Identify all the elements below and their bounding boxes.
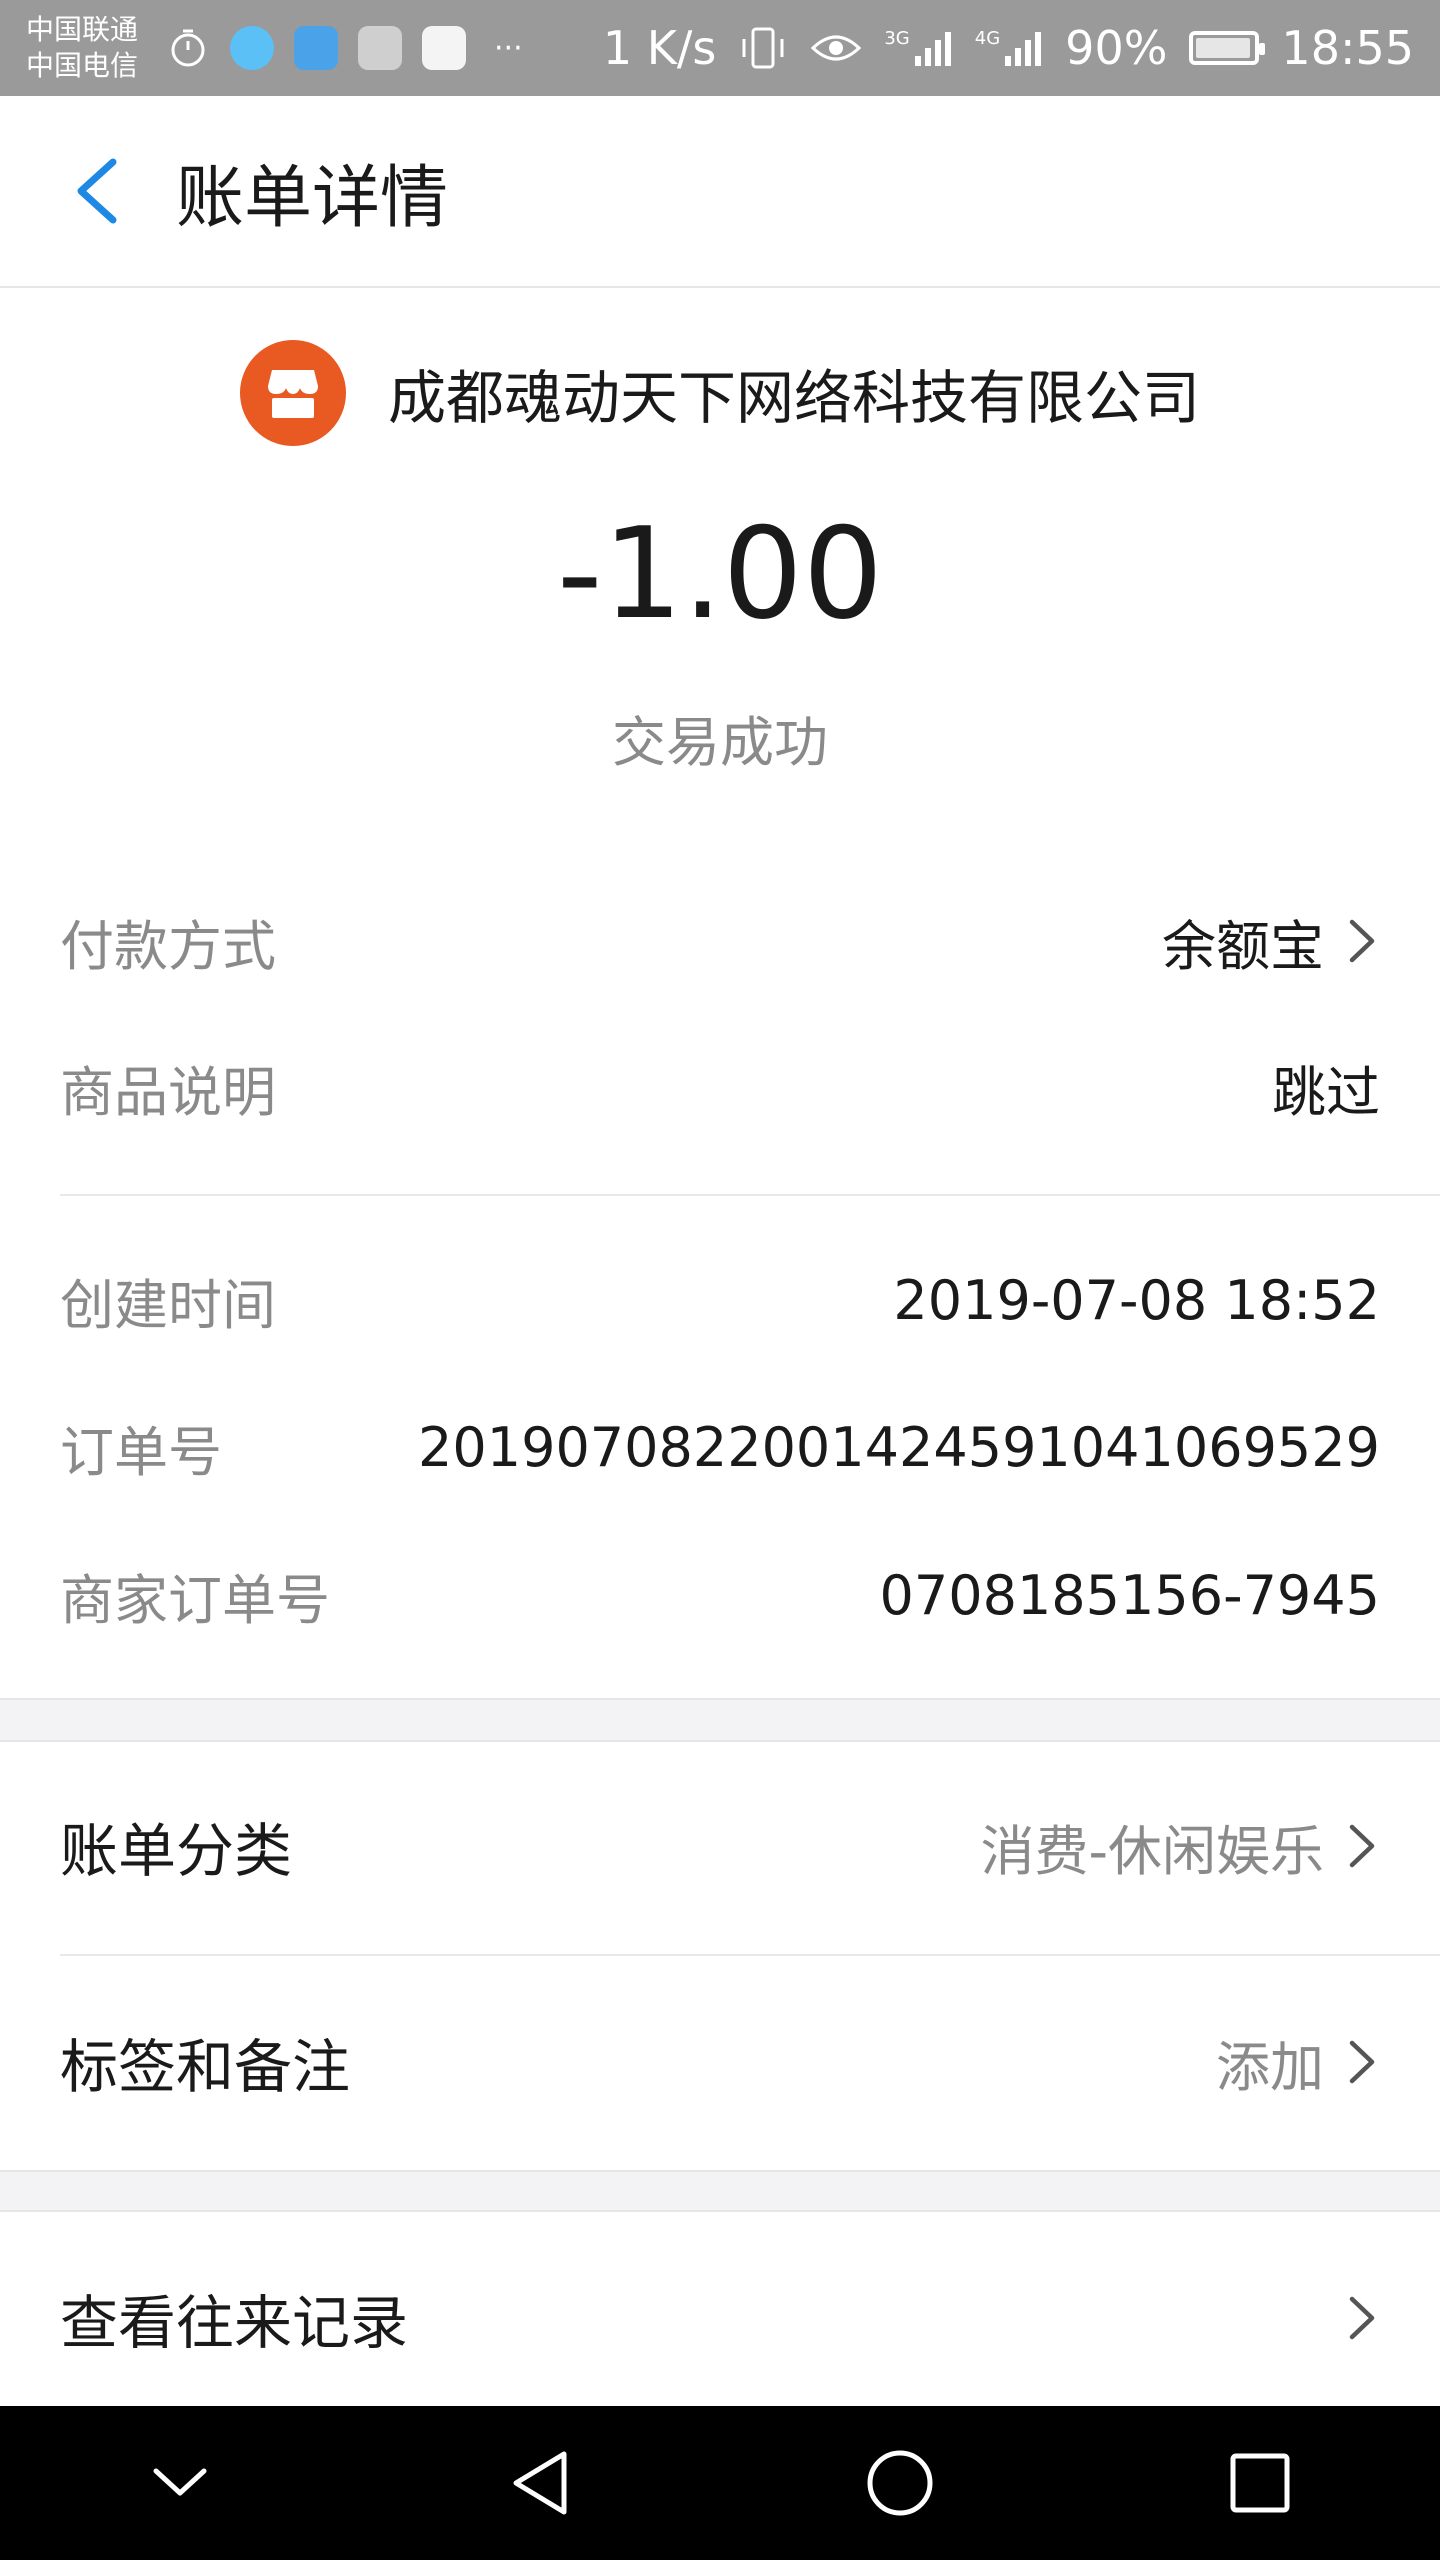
clock: 18:55	[1281, 21, 1414, 75]
transaction-status: 交易成功	[612, 711, 828, 774]
signal-3g: 3G	[884, 28, 952, 68]
created-time-value: 2019-07-08 18:52	[893, 1268, 1380, 1332]
chevron-right-icon	[1349, 2040, 1375, 2084]
divider	[60, 1954, 1440, 1956]
payment-method-value: 余额宝	[1162, 902, 1380, 981]
chevron-right-icon	[1349, 1824, 1375, 1868]
transaction-amount: -1.00	[556, 500, 883, 647]
order-no-label: 订单号	[60, 1420, 222, 1484]
merchant-order-no-row: 商家订单号 0708185156-7945	[0, 1520, 1440, 1670]
view-history-row[interactable]: 查看往来记录	[0, 2238, 1440, 2398]
network-speed: 1 K/s	[602, 21, 717, 75]
square-recents-icon	[1230, 2453, 1290, 2513]
nav-recents-button[interactable]	[1200, 2423, 1320, 2543]
product-desc-row: 商品说明 跳过	[0, 1012, 1440, 1162]
payment-method-label: 付款方式	[60, 914, 276, 978]
status-bar: 中国联通 中国电信 ··· 1 K/s 3G 4G 90% 18:55	[0, 0, 1440, 96]
timer-icon	[171, 29, 205, 67]
tags-notes-value: 添加	[1216, 2023, 1380, 2102]
eye-icon	[811, 35, 862, 61]
carrier-list: 中国联通 中国电信	[26, 12, 138, 84]
merchant-order-no-value: 0708185156-7945	[879, 1563, 1380, 1627]
more-notifications-icon: ···	[494, 30, 523, 66]
merchant-info: 成都魂动天下网络科技有限公司	[0, 340, 1440, 446]
back-arrow-icon[interactable]	[56, 151, 136, 231]
chevron-down-icon	[153, 2468, 207, 2496]
merchant-order-no-label: 商家订单号	[60, 1568, 330, 1632]
nav-collapse-button[interactable]	[120, 2423, 240, 2543]
system-nav-bar	[0, 2406, 1440, 2560]
chevron-right-icon	[1349, 919, 1375, 963]
circle-home-icon	[867, 2450, 933, 2516]
nav-back-button[interactable]	[480, 2423, 600, 2543]
section-gap	[0, 2170, 1440, 2212]
qq-icon	[230, 26, 275, 70]
order-no-value: 20190708220014245910410695​29	[418, 1415, 1380, 1479]
payment-method-row[interactable]: 付款方式 余额宝	[0, 866, 1440, 1016]
app-header: 账单详情	[0, 96, 1440, 288]
tags-notes-label: 标签和备注	[60, 2033, 351, 2101]
order-no-row: 订单号 20190708220014245910410695​29	[0, 1372, 1440, 1522]
carrier-2: 中国电信	[26, 49, 139, 82]
merchant-name: 成都魂动天下网络科技有限公司	[387, 364, 1200, 432]
signal-bars-icon	[1005, 32, 1042, 66]
divider	[60, 1194, 1440, 1196]
created-time-label: 创建时间	[60, 1273, 276, 1337]
notification-icons: ···	[166, 26, 523, 70]
chevron-right-icon	[1349, 2296, 1375, 2340]
vibrate-icon	[742, 27, 784, 69]
view-history-label: 查看往来记录	[60, 2289, 409, 2357]
bill-category-value: 消费-休闲娱乐	[981, 1807, 1381, 1886]
view-history-arrow	[1324, 2291, 1380, 2345]
created-time-row: 创建时间 2019-07-08 18:52	[0, 1225, 1440, 1375]
carrier-1: 中国联通	[26, 13, 139, 46]
triangle-back-icon	[513, 2451, 567, 2515]
wallet-icon	[294, 26, 339, 70]
product-desc-value: 跳过	[1272, 1060, 1380, 1124]
section-gap	[0, 1698, 1440, 1742]
nav-home-button[interactable]	[840, 2423, 960, 2543]
shop-icon	[239, 340, 346, 446]
page-title: 账单详情	[176, 158, 449, 238]
tags-notes-row[interactable]: 标签和备注 添加	[0, 1986, 1440, 2138]
battery-icon	[1189, 31, 1266, 65]
status-indicators: 1 K/s 3G 4G 90% 18:55	[603, 21, 1414, 75]
video-app-icon	[422, 26, 467, 70]
bill-detail-page: 中国联通 中国电信 ··· 1 K/s 3G 4G 90% 18:55 账单详情…	[0, 0, 1440, 2560]
signal-4g: 4G	[975, 28, 1043, 68]
bill-category-row[interactable]: 账单分类 消费-休闲娱乐	[0, 1770, 1440, 1922]
huawei-icon	[358, 26, 403, 70]
bill-category-label: 账单分类	[60, 1817, 293, 1885]
signal-bars-icon	[914, 32, 951, 66]
product-desc-label: 商品说明	[60, 1060, 276, 1124]
battery-percent: 90%	[1065, 21, 1168, 75]
